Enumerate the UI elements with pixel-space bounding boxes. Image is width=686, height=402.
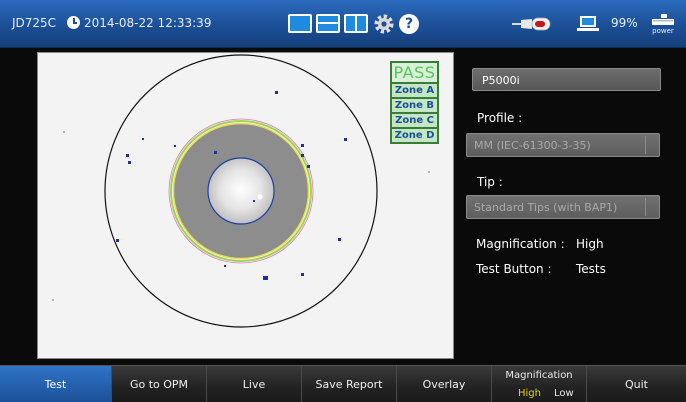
tip-select[interactable]: Standard Tips (with BAP1) (466, 195, 660, 219)
magnification-label: Magnification : (476, 237, 565, 251)
probe-icon (512, 17, 551, 31)
bottom-toolbar: Test Go to OPM Live Save Report Overlay … (0, 365, 686, 402)
status-bar: JD725C 2014-08-22 12:33:39 ? 99% power (0, 0, 686, 48)
vertical-split-icon[interactable] (344, 14, 368, 33)
test-button-label: Test Button : (476, 262, 552, 276)
magnification-low-option[interactable]: Low (554, 388, 574, 399)
zone-b-label: Zone B (390, 99, 439, 114)
tip-label: Tip : (477, 175, 503, 189)
horizontal-split-icon[interactable] (316, 14, 340, 33)
magnification-title: Magnification (505, 370, 573, 381)
battery-level: 99% (611, 16, 638, 30)
quit-button[interactable]: Quit (587, 366, 686, 402)
profile-select[interactable]: MM (IEC-61300-3-35) (466, 133, 660, 157)
magnification-toggle[interactable]: Magnification High Low (492, 366, 587, 402)
save-report-button[interactable]: Save Report (302, 366, 397, 402)
single-view-icon[interactable] (288, 14, 312, 33)
profile-label: Profile : (477, 111, 523, 125)
magnification-value: High (576, 237, 604, 251)
zone-results: PASS Zone A Zone B Zone C Zone D (390, 61, 439, 144)
clock-icon (67, 16, 80, 29)
core-highlight (257, 194, 263, 200)
probe-name-field[interactable]: P5000i (472, 68, 661, 91)
power-label: power (652, 27, 674, 35)
zone-a-label: Zone A (390, 84, 439, 99)
magnification-high-option[interactable]: High (518, 388, 541, 399)
test-button-value: Tests (576, 262, 606, 276)
info-panel: P5000i Profile : MM (IEC-61300-3-35) Tip… (466, 52, 686, 360)
device-model: JD725C (12, 16, 57, 30)
pass-badge: PASS (390, 61, 439, 84)
test-button[interactable]: Test (0, 366, 112, 402)
gear-icon[interactable] (373, 13, 395, 35)
laptop-icon (577, 16, 599, 31)
overlay-button[interactable]: Overlay (397, 366, 492, 402)
go-to-opm-button[interactable]: Go to OPM (112, 366, 207, 402)
help-icon[interactable]: ? (399, 14, 419, 34)
zone-c-label: Zone C (390, 114, 439, 129)
date-time: 2014-08-22 12:33:39 (84, 16, 212, 30)
zone-d-label: Zone D (390, 129, 439, 144)
fiber-image-view: PASS Zone A Zone B Zone C Zone D (37, 52, 454, 359)
live-button[interactable]: Live (207, 366, 302, 402)
